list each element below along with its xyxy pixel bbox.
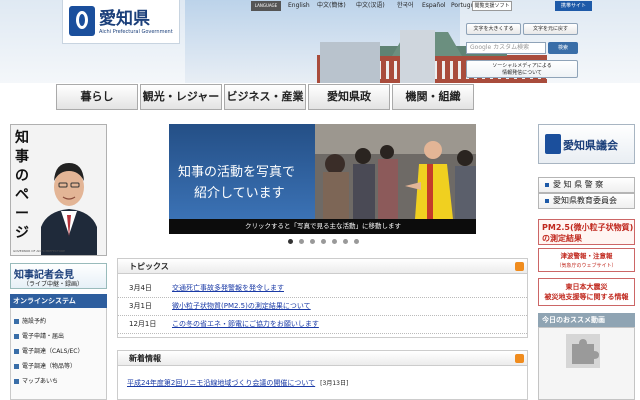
- quake-line1: 東日本大震災: [565, 283, 608, 291]
- logo-subtitle: Aichi Prefectural Government: [99, 29, 173, 35]
- police-link[interactable]: 愛 知 県 警 察: [538, 177, 635, 193]
- search-button[interactable]: 検索: [548, 42, 578, 54]
- topic-date: 12月1日: [129, 320, 157, 328]
- slide-headline-1: 知事の活動を写真で: [178, 165, 296, 180]
- lang-english[interactable]: English: [288, 1, 310, 11]
- lang-chinese-simplified[interactable]: 中文(簡体): [317, 1, 346, 11]
- topics-heading: トピックス: [118, 259, 527, 274]
- topic-link[interactable]: この冬の省エネ・節電にご協力をお願いします: [172, 319, 319, 329]
- news-link[interactable]: 平成24年度第2回リニモ沿線地域づくり会議の開催について: [127, 379, 315, 387]
- font-larger-button[interactable]: 文字を大きくする: [466, 23, 521, 35]
- recommended-video-heading: 今日のおススメ動画: [538, 313, 635, 327]
- prefecture-emblem-icon: [69, 6, 95, 36]
- recommended-video-player[interactable]: [538, 327, 635, 400]
- tsunami-line1: 津波警報・注意報: [560, 252, 613, 260]
- tsunami-warning-link[interactable]: 津波警報・注意報 （気象庁のウェブサイト）: [538, 248, 635, 272]
- online-system-heading: オンラインシステム: [10, 294, 107, 308]
- slideshow-dot[interactable]: [310, 239, 315, 244]
- social-media-link[interactable]: ソーシャルメディアによる 情報発信について: [466, 60, 578, 78]
- reading-support-link[interactable]: 閲覧支援ソフト: [472, 1, 512, 11]
- mobile-site-link[interactable]: 携帯サイト: [555, 1, 592, 11]
- slideshow-dot[interactable]: [288, 239, 293, 244]
- plugin-missing-icon: [566, 334, 600, 368]
- topics-panel: トピックス 3月4日 交通死亡事故多発警報を発令します 3月1日 微小粒子状物質…: [117, 258, 528, 338]
- online-facility-reservation[interactable]: 施設予約: [14, 316, 46, 325]
- online-e-procurement-cals[interactable]: 電子調達（CALS/EC）: [14, 346, 83, 355]
- nav-living[interactable]: 暮らし: [56, 84, 138, 110]
- governor-page-title: 知事のページ: [15, 130, 29, 241]
- quake-line2: 被災地支援等に関する情報: [544, 293, 629, 301]
- slideshow-dot[interactable]: [299, 239, 304, 244]
- slideshow-dot[interactable]: [332, 239, 337, 244]
- pm25-line2: の測定結果: [542, 234, 582, 243]
- rss-icon[interactable]: [515, 262, 524, 271]
- topic-link[interactable]: 微小粒子状物質(PM2.5)の測定結果について: [172, 301, 311, 311]
- topic-row: 3月4日 交通死亡事故多発警報を発令します: [118, 280, 527, 298]
- activity-slideshow[interactable]: 知事の活動を写真で 紹介しています クリックすると「写真で見る主な活動」に移動し…: [169, 124, 476, 234]
- nav-government[interactable]: 愛知県政: [308, 84, 390, 110]
- slideshow-dots: [170, 237, 477, 247]
- topic-date: 3月4日: [129, 284, 152, 292]
- lang-korean[interactable]: 한국어: [397, 1, 414, 11]
- pm25-results-link[interactable]: PM2.5(微小粒子状物質) の測定結果: [538, 219, 635, 245]
- language-label: LANGUAGE: [251, 1, 281, 11]
- assembly-title: 愛知県議会: [563, 139, 618, 152]
- slide-photo: [315, 124, 476, 219]
- global-nav: 暮らし 観光・レジャー ビジネス・産業 愛知県政 機関・組織: [56, 84, 474, 110]
- earthquake-support-link[interactable]: 東日本大震災 被災地支援等に関する情報: [538, 278, 635, 306]
- site-logo[interactable]: 愛知県 Aichi Prefectural Government: [62, 0, 180, 44]
- education-board-link[interactable]: 愛知県教育委員会: [538, 193, 635, 209]
- news-heading: 新着情報: [118, 351, 527, 366]
- prefectural-assembly-link[interactable]: 愛知県議会: [538, 124, 635, 164]
- governor-caption: GOVERNOR OF AICHI PREFECTURE: [13, 249, 65, 253]
- lang-chinese-traditional[interactable]: 中文(汉语): [356, 1, 385, 11]
- topic-row: 12月1日 この冬の省エネ・節電にご協力をお願いします: [118, 316, 527, 334]
- slide-text-panel: 知事の活動を写真で 紹介しています: [169, 124, 315, 219]
- online-e-application[interactable]: 電子申請・届出: [14, 331, 64, 340]
- online-e-procurement-goods[interactable]: 電子調達（物品等）: [14, 361, 76, 370]
- nav-tourism[interactable]: 観光・レジャー: [140, 84, 222, 110]
- logo-title: 愛知県: [99, 9, 150, 29]
- slideshow-dot[interactable]: [343, 239, 348, 244]
- press-conference-link[interactable]: 知事記者会見 （ライブ中継・録画）: [10, 263, 107, 289]
- social-media-line1: ソーシャルメディアによる: [492, 63, 552, 69]
- topic-link[interactable]: 交通死亡事故多発警報を発令します: [172, 283, 284, 293]
- city-building: [320, 42, 380, 83]
- search-input[interactable]: Google カスタム検索: [466, 42, 546, 54]
- online-system-list: 施設予約 電子申請・届出 電子調達（CALS/EC） 電子調達（物品等） マップ…: [10, 308, 107, 400]
- topic-row: 3月1日 微小粒子状物質(PM2.5)の測定結果について: [118, 298, 527, 316]
- lang-spanish[interactable]: Español: [422, 1, 446, 11]
- pm25-line1: PM2.5(微小粒子状物質): [542, 223, 634, 232]
- rss-icon[interactable]: [515, 354, 524, 363]
- social-media-line2: 情報発信について: [502, 70, 542, 76]
- slide-headline-2: 紹介しています: [194, 186, 285, 201]
- assembly-emblem-icon: [545, 134, 561, 154]
- topic-date: 3月1日: [129, 302, 152, 310]
- slide-caption: クリックすると「写真で見る主な活動」に移動します: [169, 219, 476, 234]
- site-header: 愛知県 Aichi Prefectural Government LANGUAG…: [0, 0, 640, 83]
- font-reset-button[interactable]: 文字を元に戻す: [523, 23, 578, 35]
- city-building: [400, 30, 435, 83]
- news-panel: 新着情報 平成24年度第2回リニモ沿線地域づくり会議の開催について [3月13日]: [117, 350, 528, 400]
- news-date: [3月13日]: [320, 380, 349, 387]
- nav-organizations[interactable]: 機関・組織: [392, 84, 474, 110]
- governor-page-link[interactable]: 知事のページ GOVERNOR OF AICHI PREFECTURE: [10, 124, 107, 256]
- online-map-aichi[interactable]: マップあいち: [14, 376, 58, 385]
- press-conference-subtitle: （ライブ中継・録画）: [23, 281, 84, 288]
- slideshow-dot[interactable]: [354, 239, 359, 244]
- news-item: 平成24年度第2回リニモ沿線地域づくり会議の開催について [3月13日]: [127, 378, 348, 388]
- tsunami-line2: （気象庁のウェブサイト）: [556, 263, 617, 269]
- nav-business[interactable]: ビジネス・産業: [224, 84, 306, 110]
- slideshow-dot[interactable]: [321, 239, 326, 244]
- governor-photo: [33, 139, 105, 255]
